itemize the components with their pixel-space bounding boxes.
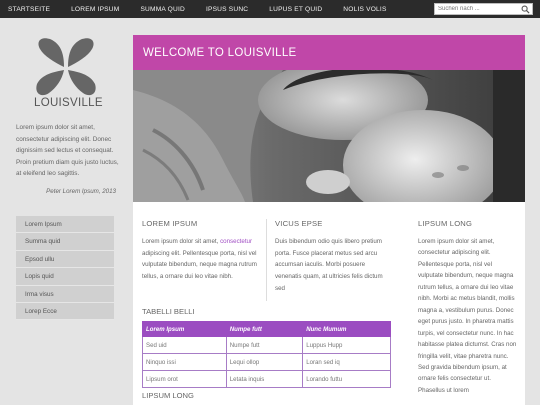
table-row: Lipsum orot Letata inquis Lorando futtu — [142, 370, 391, 388]
side-menu-item-summa-quid[interactable]: Summa quid — [16, 233, 114, 251]
quote-author: Peter Lorem Ipsum, 2013 — [46, 188, 116, 195]
column-vicus-epse: VICUS EPSE Duis bibendum odio quis liber… — [275, 219, 390, 295]
nav-item-lupus-et-quid[interactable]: LUPUS ET QUID — [269, 6, 322, 13]
search-icon[interactable] — [521, 5, 530, 14]
nav-item-ipsus-sunc[interactable]: IPSUS SUNC — [206, 6, 248, 13]
table-header-row: Lorem Ipsum Numpe futt Nunc Mumum — [142, 321, 391, 337]
table-cell: Sed uid — [142, 336, 227, 354]
table-header-cell: Lorem Ipsum — [142, 321, 227, 337]
consectetur-link[interactable]: consectetur — [220, 238, 252, 245]
nav-item-summa-quid[interactable]: SUMMA QUID — [140, 6, 185, 13]
main-nav: STARTSEITE LOREM IPSUM SUMMA QUID IPSUS … — [0, 0, 408, 18]
side-menu-item-lopis-quid[interactable]: Lopis quid — [16, 268, 114, 286]
table-header-cell: Numpe futt — [225, 321, 304, 337]
top-nav-bar: STARTSEITE LOREM IPSUM SUMMA QUID IPSUS … — [0, 0, 540, 18]
sidebar-intro-text: Lorem ipsum dolor sit amet, consectetur … — [16, 124, 119, 178]
table-cell: Ninquo issi — [142, 353, 227, 371]
table-row: Sed uid Numpe futt Luppus Hupp — [142, 336, 391, 354]
table-cell: Lequi ollop — [225, 353, 304, 371]
table-cell: Numpe futt — [225, 336, 304, 354]
table-cell: Loran sed iq — [302, 353, 391, 371]
table-row: Ninquo issi Lequi ollop Loran sed iq — [142, 353, 391, 371]
column-heading: VICUS EPSE — [275, 219, 323, 228]
table-cell: Luppus Hupp — [302, 336, 391, 354]
hero-photo-illustration — [133, 70, 525, 202]
hero-photo — [133, 70, 525, 202]
column-lipsum-long: LIPSUM LONG Lorem ipsum dolor sit amet, … — [418, 219, 517, 396]
side-menu: Lorem Ipsum Summa quid Epsod ullu Lopis … — [16, 216, 114, 321]
table-header-cell: Nunc Mumum — [302, 321, 391, 337]
column-text: Lorem ipsum dolor sit amet, consectetur … — [418, 238, 517, 394]
nav-item-startseite[interactable]: STARTSEITE — [8, 6, 50, 13]
column-heading: LOREM IPSUM — [142, 219, 198, 228]
table-cell: Lipsum orot — [142, 370, 227, 388]
nav-item-nolis-volis[interactable]: NOLIS VOLIS — [343, 6, 386, 13]
table-title: TABELLI BELLI — [142, 307, 195, 316]
column-lorem-ipsum: LOREM IPSUM Lorem ipsum dolor sit amet, … — [142, 219, 261, 283]
welcome-banner: WELCOME TO LOUISVILLE — [133, 35, 525, 70]
nav-item-lorem-ipsum[interactable]: LOREM IPSUM — [71, 6, 119, 13]
butterfly-logo-icon[interactable] — [34, 36, 98, 100]
sidebar: LOUISVILLE Lorem ipsum dolor sit amet, c… — [0, 18, 127, 405]
column-text-part: adipiscing elit. Pellentesque porta, nis… — [142, 249, 257, 281]
column-heading: LIPSUM LONG — [418, 219, 473, 228]
column-text: Duis bibendum odio quis libero pretium p… — [275, 238, 383, 292]
side-menu-item-lorep-ecce[interactable]: Lorep Ecce — [16, 302, 114, 321]
brand-name[interactable]: LOUISVILLE — [34, 97, 103, 109]
column-text-part: Lorem ipsum dolor sit amet, — [142, 238, 221, 245]
search-box — [434, 3, 533, 15]
search-input[interactable] — [435, 4, 515, 14]
side-menu-item-epsod-ullu[interactable]: Epsod ullu — [16, 250, 114, 269]
data-table: Lorem Ipsum Numpe futt Nunc Mumum Sed ui… — [142, 321, 391, 388]
main-content: WELCOME TO LOUISVILLE LOREM IPSUM Lorem … — [133, 35, 525, 405]
bottom-section-heading: LIPSUM LONG — [142, 391, 194, 400]
column-divider — [266, 219, 267, 301]
side-menu-item-lorem-ipsum[interactable]: Lorem Ipsum — [16, 216, 114, 234]
table-cell: Lorando futtu — [302, 370, 391, 388]
table-cell: Letata inquis — [225, 370, 304, 388]
side-menu-item-irma-visus[interactable]: Irma visus — [16, 285, 114, 303]
column-text: Lorem ipsum dolor sit amet, consectetur … — [142, 236, 261, 283]
